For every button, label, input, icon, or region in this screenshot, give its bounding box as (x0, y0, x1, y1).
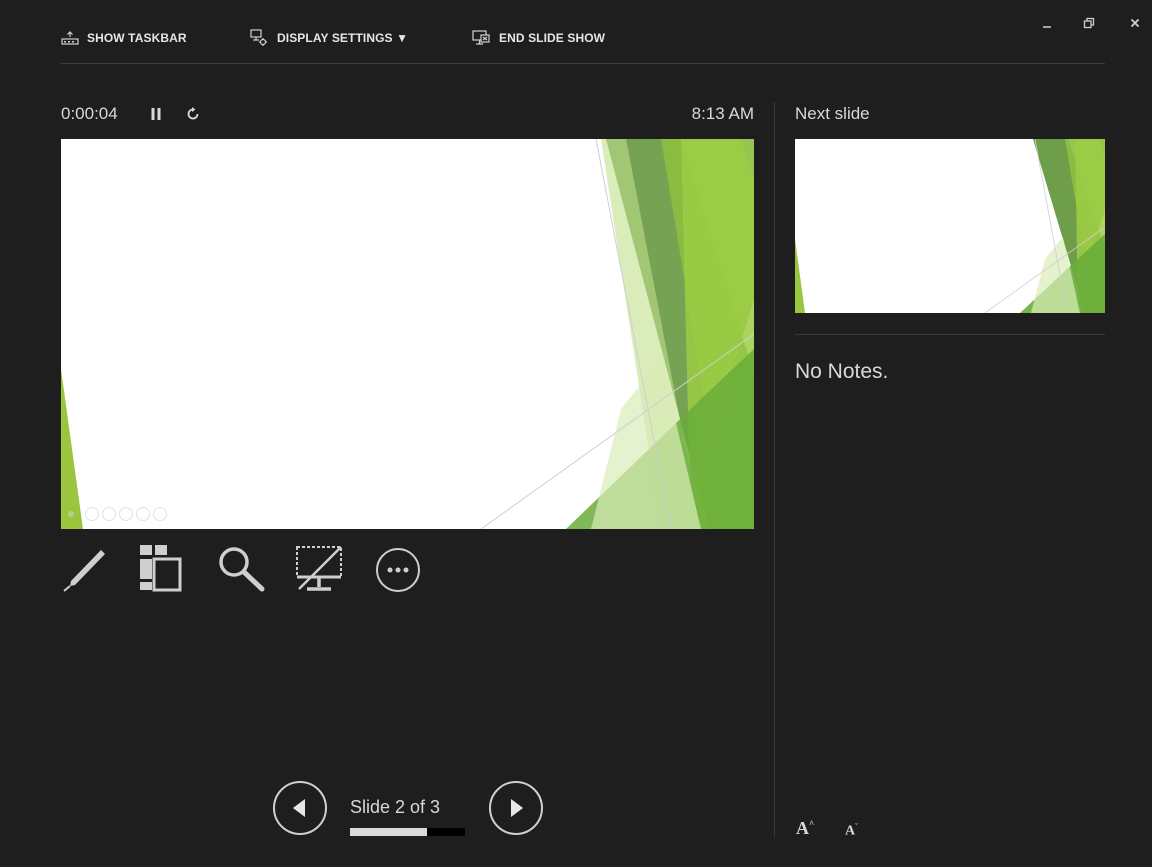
increase-font-label: A (796, 818, 809, 838)
taskbar-icon (61, 31, 79, 45)
minimize-icon[interactable] (1038, 14, 1056, 32)
elapsed-timer: 0:00:04 (61, 104, 118, 123)
next-slide-label: Next slide (795, 104, 870, 123)
caret-down-icon: ˇ (855, 822, 858, 831)
display-settings-button[interactable]: DISPLAY SETTINGS ▼ (249, 28, 408, 48)
more-mini-icon[interactable] (153, 507, 167, 521)
dot-icon (68, 511, 74, 517)
slide-mini-controls (68, 507, 167, 521)
black-screen-icon[interactable] (295, 545, 345, 595)
next-slide-preview[interactable] (795, 139, 1105, 313)
display-settings-label: DISPLAY SETTINGS ▼ (277, 31, 409, 45)
restart-timer-icon[interactable] (186, 107, 200, 126)
slide-progress-fill (350, 828, 427, 836)
slide-progress-bar (350, 828, 465, 836)
restore-icon[interactable] (1080, 14, 1098, 32)
zoom-mini-icon[interactable] (136, 507, 150, 521)
current-slide[interactable] (61, 139, 754, 529)
increase-font-size-button[interactable]: A^ (796, 818, 814, 839)
next-slide-button[interactable] (489, 781, 543, 835)
presenter-toolbar: SHOW TASKBAR DISPLAY SETTINGS ▼ END SLID… (0, 0, 1152, 64)
caret-up-icon: ^ (809, 819, 815, 829)
slide-graphic (61, 139, 754, 529)
see-all-slides-icon[interactable] (139, 545, 189, 595)
show-taskbar-button[interactable]: SHOW TASKBAR (61, 28, 187, 48)
chevron-right-icon (511, 799, 523, 817)
slide-counter[interactable]: Slide 2 of 3 (350, 797, 440, 818)
slides-mini-icon[interactable] (119, 507, 133, 521)
end-slide-show-icon (472, 30, 490, 45)
end-slide-show-button[interactable]: END SLIDE SHOW (471, 28, 605, 48)
decrease-font-label: A (845, 823, 856, 839)
end-slide-show-label: END SLIDE SHOW (499, 31, 606, 45)
pane-divider (774, 102, 775, 837)
decrease-font-size-button[interactable]: Aˇ (845, 822, 858, 840)
pause-icon[interactable] (150, 107, 162, 126)
zoom-icon[interactable] (217, 545, 267, 595)
clock: 8:13 AM (691, 104, 754, 123)
play-mini-icon[interactable] (85, 507, 99, 521)
pen-icon[interactable] (61, 545, 111, 595)
pen-mini-icon[interactable] (102, 507, 116, 521)
chevron-left-icon (293, 799, 305, 817)
previous-slide-button[interactable] (273, 781, 327, 835)
toolbar-divider (60, 63, 1105, 64)
notes-divider (795, 334, 1105, 335)
speaker-notes[interactable]: No Notes. (795, 360, 888, 384)
next-slide-graphic (795, 139, 1105, 313)
display-settings-icon (250, 29, 267, 46)
show-taskbar-label: SHOW TASKBAR (87, 31, 187, 45)
more-options-icon[interactable] (373, 545, 423, 595)
close-icon[interactable] (1126, 14, 1144, 32)
